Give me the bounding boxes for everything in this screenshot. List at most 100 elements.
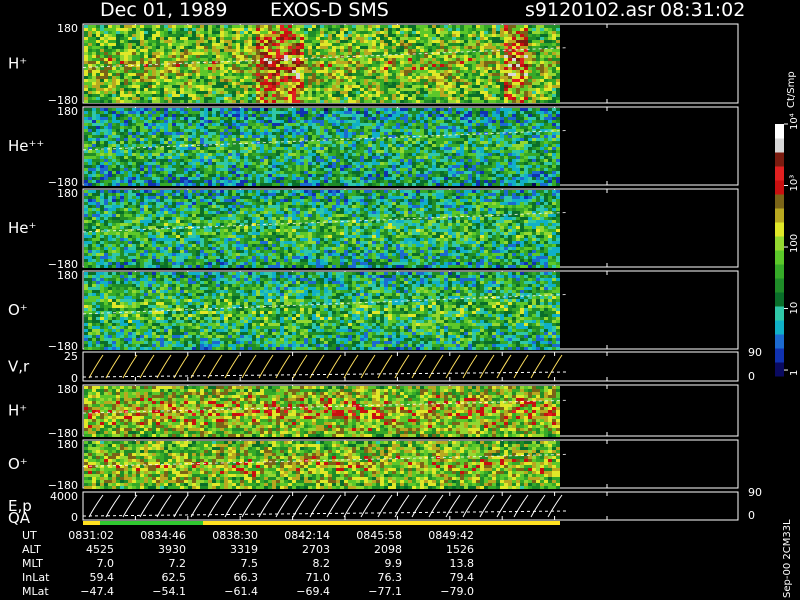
heatmap-cell (196, 123, 200, 126)
heatmap-cell (92, 162, 96, 165)
heatmap-cell (472, 64, 476, 67)
heatmap-cell (280, 55, 284, 58)
heatmap-cell (444, 82, 448, 85)
heatmap-cell (512, 31, 516, 34)
heatmap-cell (144, 46, 148, 49)
heatmap-cell (520, 70, 524, 73)
heatmap-cell (120, 43, 124, 46)
heatmap-cell (200, 117, 204, 120)
heatmap-cell (232, 46, 236, 49)
heatmap-cell (296, 28, 300, 31)
heatmap-cell (524, 70, 528, 73)
heatmap-cell (224, 43, 228, 46)
heatmap-cell (288, 135, 292, 138)
heatmap-cell (356, 123, 360, 126)
heatmap-cell (324, 180, 328, 183)
heatmap-cell (136, 117, 140, 120)
heatmap-cell (304, 73, 308, 76)
heatmap-cell (352, 129, 356, 132)
heatmap-cell (132, 52, 136, 55)
heatmap-cell (180, 111, 184, 114)
heatmap-cell (252, 94, 256, 97)
heatmap-cell (164, 31, 168, 34)
heatmap-cell (512, 73, 516, 76)
heatmap-cell (212, 73, 216, 76)
heatmap-cell (328, 120, 332, 123)
heatmap-cell (120, 37, 124, 40)
heatmap-cell (336, 49, 340, 52)
heatmap-cell (204, 135, 208, 138)
heatmap-cell (288, 40, 292, 43)
heatmap-cell (140, 28, 144, 31)
heatmap-cell (232, 123, 236, 126)
heatmap-cell (296, 94, 300, 97)
heatmap-cell (316, 108, 320, 111)
heatmap-cell (280, 165, 284, 168)
heatmap-cell (284, 34, 288, 37)
heatmap-cell (332, 147, 336, 150)
heatmap-cell (112, 174, 116, 177)
heatmap-cell (216, 177, 220, 180)
heatmap-cell (472, 100, 476, 103)
heatmap-cell (188, 61, 192, 64)
heatmap-cell (104, 43, 108, 46)
heatmap-cell (296, 126, 300, 129)
heatmap-cell (356, 37, 360, 40)
heatmap-cell (244, 97, 248, 100)
heatmap-cell (340, 31, 344, 34)
heatmap-cell (208, 25, 212, 28)
heatmap-cell (228, 76, 232, 79)
heatmap-cell (84, 82, 88, 85)
heatmap-cell (240, 120, 244, 123)
heatmap-cell (264, 135, 268, 138)
heatmap-cell (320, 34, 324, 37)
heatmap-cell (176, 150, 180, 153)
heatmap-cell (332, 46, 336, 49)
heatmap-cell (284, 168, 288, 171)
heatmap-cell (108, 34, 112, 37)
heatmap-cell (148, 153, 152, 156)
heatmap-cell (420, 43, 424, 46)
heatmap-cell (480, 61, 484, 64)
heatmap-cell (252, 165, 256, 168)
heatmap-cell (452, 73, 456, 76)
heatmap-cell (508, 85, 512, 88)
heatmap-cell (164, 129, 168, 132)
heatmap-cell (100, 94, 104, 97)
heatmap-cell (144, 88, 148, 91)
heatmap-cell (504, 85, 508, 88)
heatmap-cell (516, 52, 520, 55)
heatmap-cell (216, 138, 220, 141)
heatmap-cell (340, 88, 344, 91)
heatmap-cell (224, 34, 228, 37)
heatmap-cell (300, 129, 304, 132)
heatmap-cell (492, 40, 496, 43)
heatmap-cell (96, 150, 100, 153)
heatmap-cell (228, 117, 232, 120)
heatmap-cell (132, 28, 136, 31)
heatmap-cell (328, 85, 332, 88)
heatmap-cell (240, 46, 244, 49)
heatmap-cell (104, 111, 108, 114)
heatmap-cell (316, 129, 320, 132)
heatmap-cell (132, 55, 136, 58)
heatmap-cell (96, 28, 100, 31)
heatmap-cell (132, 73, 136, 76)
heatmap-cell (220, 138, 224, 141)
heatmap-cell (276, 159, 280, 162)
heatmap-cell (460, 58, 464, 61)
heatmap-cell (412, 100, 416, 103)
heatmap-cell (136, 28, 140, 31)
heatmap-cell (412, 31, 416, 34)
heatmap-cell (184, 55, 188, 58)
heatmap-cell (212, 82, 216, 85)
heatmap-cell (188, 177, 192, 180)
heatmap-cell (352, 25, 356, 28)
heatmap-cell (212, 79, 216, 82)
heatmap-cell (124, 168, 128, 171)
heatmap-cell (548, 37, 552, 40)
heatmap-cell (180, 76, 184, 79)
heatmap-cell (84, 49, 88, 52)
heatmap-cell (216, 100, 220, 103)
heatmap-cell (132, 67, 136, 70)
